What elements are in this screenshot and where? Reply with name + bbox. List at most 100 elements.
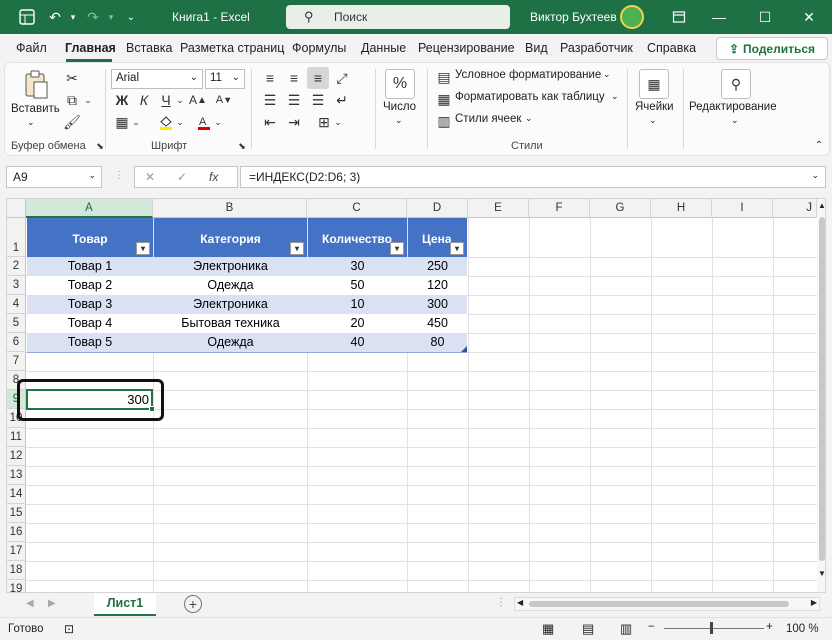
- row-header[interactable]: 14: [7, 485, 26, 504]
- text-orientation-icon[interactable]: ⤢: [333, 69, 351, 87]
- increase-font-icon[interactable]: A ▲: [189, 91, 207, 109]
- font-color-dropdown-icon[interactable]: ⌄: [213, 113, 223, 131]
- filter-dropdown-icon[interactable]: ▾: [390, 242, 404, 255]
- normal-view-icon[interactable]: ▦: [542, 621, 554, 637]
- column-header-i[interactable]: I: [712, 199, 773, 218]
- page-layout-view-icon[interactable]: ▤: [582, 621, 594, 637]
- select-all-corner[interactable]: [7, 199, 26, 218]
- name-box[interactable]: A9 ⌄: [6, 166, 102, 188]
- scroll-up-icon[interactable]: ▲: [818, 201, 825, 210]
- customize-toolbar-icon[interactable]: ⌄: [122, 8, 140, 26]
- table-cell[interactable]: Товар 4: [27, 314, 153, 333]
- page-break-view-icon[interactable]: ▥: [620, 621, 632, 637]
- scroll-thumb[interactable]: [529, 601, 789, 607]
- font-launcher-icon[interactable]: ⬊: [237, 141, 247, 151]
- row-header[interactable]: 13: [7, 466, 26, 485]
- zoom-slider-thumb[interactable]: [710, 622, 713, 634]
- table-cell[interactable]: Товар 3: [27, 295, 153, 314]
- tab-developer[interactable]: Разработчик: [560, 41, 633, 55]
- tab-home[interactable]: Главная: [65, 41, 116, 55]
- font-color-icon[interactable]: A: [195, 113, 213, 131]
- row-header[interactable]: 18: [7, 561, 26, 580]
- row-header[interactable]: 11: [7, 428, 26, 447]
- table-cell[interactable]: Электроника: [154, 295, 307, 314]
- maximize-icon[interactable]: ☐: [754, 6, 776, 28]
- conditional-formatting-icon[interactable]: ▤: [435, 69, 453, 85]
- format-as-table-icon[interactable]: ▦: [435, 91, 453, 107]
- vertical-scrollbar[interactable]: ▲ ▼: [817, 199, 825, 592]
- tab-review[interactable]: Рецензирование: [418, 41, 515, 55]
- table-cell[interactable]: 300: [408, 295, 467, 314]
- table-cell[interactable]: 450: [408, 314, 467, 333]
- tab-insert[interactable]: Вставка: [126, 41, 172, 55]
- decrease-font-icon[interactable]: A ▼: [215, 91, 233, 109]
- add-sheet-icon[interactable]: +: [184, 595, 202, 613]
- cut-icon[interactable]: ✂: [63, 69, 81, 87]
- prev-sheet-icon[interactable]: ◀: [26, 598, 34, 609]
- merge-center-icon[interactable]: ⊞: [315, 113, 333, 131]
- search-box[interactable]: ⚲ Поиск: [286, 5, 510, 29]
- row-header[interactable]: 2: [7, 257, 26, 276]
- chevron-down-icon[interactable]: ⌄: [603, 69, 611, 80]
- number-label[interactable]: Число: [383, 101, 416, 113]
- paste-icon[interactable]: [19, 69, 53, 101]
- chevron-down-icon[interactable]: ⌄: [525, 113, 533, 124]
- table-cell[interactable]: Одежда: [154, 276, 307, 295]
- row-header[interactable]: 4: [7, 295, 26, 314]
- table-cell[interactable]: Бытовая техника: [154, 314, 307, 333]
- editing-dropdown-icon[interactable]: ⌄: [731, 115, 739, 126]
- wrap-text-icon[interactable]: ↵: [333, 91, 351, 109]
- borders-dropdown-icon[interactable]: ⌄: [131, 113, 141, 131]
- number-format-icon[interactable]: %: [385, 69, 415, 99]
- minimize-icon[interactable]: —: [708, 6, 730, 28]
- cancel-icon[interactable]: ✕: [145, 170, 155, 184]
- close-icon[interactable]: ✕: [798, 6, 820, 28]
- avatar[interactable]: [620, 5, 644, 29]
- table-cell[interactable]: 30: [308, 257, 407, 276]
- cell-styles-label[interactable]: Стили ячеек: [455, 113, 521, 125]
- more-icon[interactable]: ⋮: [496, 597, 506, 608]
- confirm-icon[interactable]: ✓: [177, 170, 187, 184]
- zoom-slider[interactable]: [664, 628, 764, 629]
- table-cell[interactable]: Товар 5: [27, 333, 153, 352]
- tab-view[interactable]: Вид: [525, 41, 548, 55]
- clipboard-launcher-icon[interactable]: ⬊: [95, 141, 105, 151]
- decrease-indent-icon[interactable]: ⇤: [261, 113, 279, 131]
- zoom-level[interactable]: 100 %: [786, 623, 819, 635]
- cell-styles-icon[interactable]: ▥: [435, 113, 453, 129]
- filter-dropdown-icon[interactable]: ▾: [290, 242, 304, 255]
- tab-page-layout[interactable]: Разметка страниц: [180, 41, 284, 55]
- column-header-c[interactable]: C: [307, 199, 407, 218]
- underline-dropdown-icon[interactable]: ⌄: [175, 91, 185, 109]
- align-bottom-icon[interactable]: ≡: [307, 67, 329, 89]
- borders-icon[interactable]: ▦: [113, 113, 131, 131]
- insert-function-icon[interactable]: fx: [209, 170, 218, 184]
- row-header[interactable]: 12: [7, 447, 26, 466]
- expand-formula-icon[interactable]: ⌄: [811, 170, 819, 181]
- paste-dropdown-icon[interactable]: ⌄: [27, 117, 35, 128]
- row-header[interactable]: 19: [7, 580, 26, 592]
- search-icon[interactable]: ⚲: [721, 69, 751, 99]
- sheet-tab[interactable]: Лист1: [94, 593, 156, 616]
- tab-formulas[interactable]: Формулы: [292, 41, 346, 55]
- table-cell[interactable]: 20: [308, 314, 407, 333]
- align-right-icon[interactable]: ☰: [309, 91, 327, 109]
- column-header-j[interactable]: J: [773, 199, 817, 218]
- ribbon-options-icon[interactable]: [668, 6, 690, 28]
- conditional-formatting-label[interactable]: Условное форматирование: [455, 69, 601, 81]
- fill-color-icon[interactable]: [157, 113, 175, 131]
- align-middle-icon[interactable]: ≡: [285, 69, 303, 87]
- table-cell[interactable]: Электроника: [154, 257, 307, 276]
- chevron-down-icon[interactable]: ⌄: [611, 91, 619, 102]
- tab-data[interactable]: Данные: [361, 41, 406, 55]
- row-header[interactable]: 16: [7, 523, 26, 542]
- row-header[interactable]: 17: [7, 542, 26, 561]
- align-center-icon[interactable]: ☰: [285, 91, 303, 109]
- scroll-thumb[interactable]: [819, 217, 825, 561]
- copy-dropdown-icon[interactable]: ⌄: [83, 91, 93, 109]
- fill-color-dropdown-icon[interactable]: ⌄: [175, 113, 185, 131]
- table-cell[interactable]: Товар 1: [27, 257, 153, 276]
- formula-input[interactable]: =ИНДЕКС(D2:D6; 3) ⌄: [240, 166, 826, 188]
- cells-dropdown-icon[interactable]: ⌄: [649, 115, 657, 126]
- table-cell[interactable]: 50: [308, 276, 407, 295]
